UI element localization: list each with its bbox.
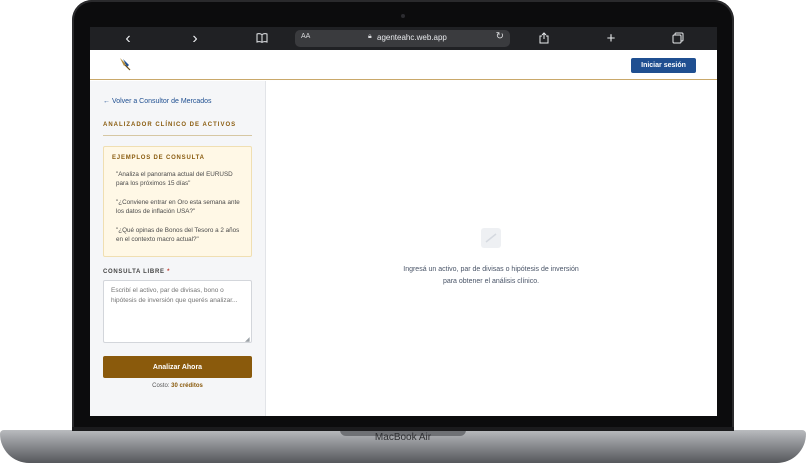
required-mark: * (167, 269, 171, 275)
book-icon[interactable] (252, 27, 272, 50)
example-query[interactable]: "Analiza el panorama actual del EURUSD p… (116, 170, 246, 188)
section-title: ANALIZADOR CLÍNICO DE ACTIVOS (103, 122, 237, 128)
cost-value: 30 créditos (171, 383, 203, 389)
device-label: MacBook Air (374, 432, 432, 443)
screen: ‹ › AA 🔒︎ agenteahc.web.app ↻ + Iniciar … (90, 27, 717, 416)
resize-grip-icon[interactable]: ◢ (245, 336, 250, 343)
main-panel: Ingresá un activo, par de divisas o hipó… (266, 81, 717, 416)
example-query[interactable]: "¿Qué opinas de Bonos del Tesoro a 2 año… (116, 226, 246, 244)
logo-icon (117, 56, 133, 72)
query-textarea[interactable] (103, 280, 252, 343)
reload-icon[interactable]: ↻ (496, 31, 504, 42)
tabs-icon[interactable] (668, 27, 688, 50)
examples-title: EJEMPLOS DE CONSULTA (112, 155, 205, 161)
cost-text: Costo: 30 créditos (103, 383, 252, 389)
query-label: CONSULTA LIBRE * (103, 269, 170, 275)
query-label-text: CONSULTA LIBRE (103, 269, 165, 275)
hinge (72, 427, 734, 431)
sidebar: ← Volver a Consultor de Mercados ANALIZA… (90, 81, 266, 416)
example-query[interactable]: "¿Conviene entrar en Oro esta semana ant… (116, 198, 246, 216)
analyze-button[interactable]: Analizar Ahora (103, 356, 252, 378)
lock-icon: 🔒︎ (368, 33, 372, 40)
empty-state-text: Ingresá un activo, par de divisas o hipó… (403, 266, 579, 285)
camera-icon (401, 14, 405, 18)
forward-arrow-icon[interactable]: › (185, 27, 205, 50)
address-bar[interactable]: AA 🔒︎ agenteahc.web.app ↻ (295, 30, 510, 47)
chart-placeholder-icon (481, 228, 501, 248)
login-button[interactable]: Iniciar sesión (631, 58, 696, 73)
app-header: Iniciar sesión (90, 50, 717, 80)
back-link[interactable]: ← Volver a Consultor de Mercados (103, 98, 212, 105)
new-tab-icon[interactable]: + (601, 27, 621, 50)
share-icon[interactable] (534, 27, 554, 50)
back-arrow-icon[interactable]: ‹ (118, 27, 138, 50)
url-text: agenteahc.web.app (377, 33, 447, 42)
text-size-button[interactable]: AA (301, 33, 310, 40)
cost-prefix: Costo: (152, 383, 170, 389)
browser-toolbar: ‹ › AA 🔒︎ agenteahc.web.app ↻ + (90, 27, 717, 50)
divider (103, 135, 252, 136)
examples-box: EJEMPLOS DE CONSULTA "Analiza el panoram… (103, 146, 252, 257)
